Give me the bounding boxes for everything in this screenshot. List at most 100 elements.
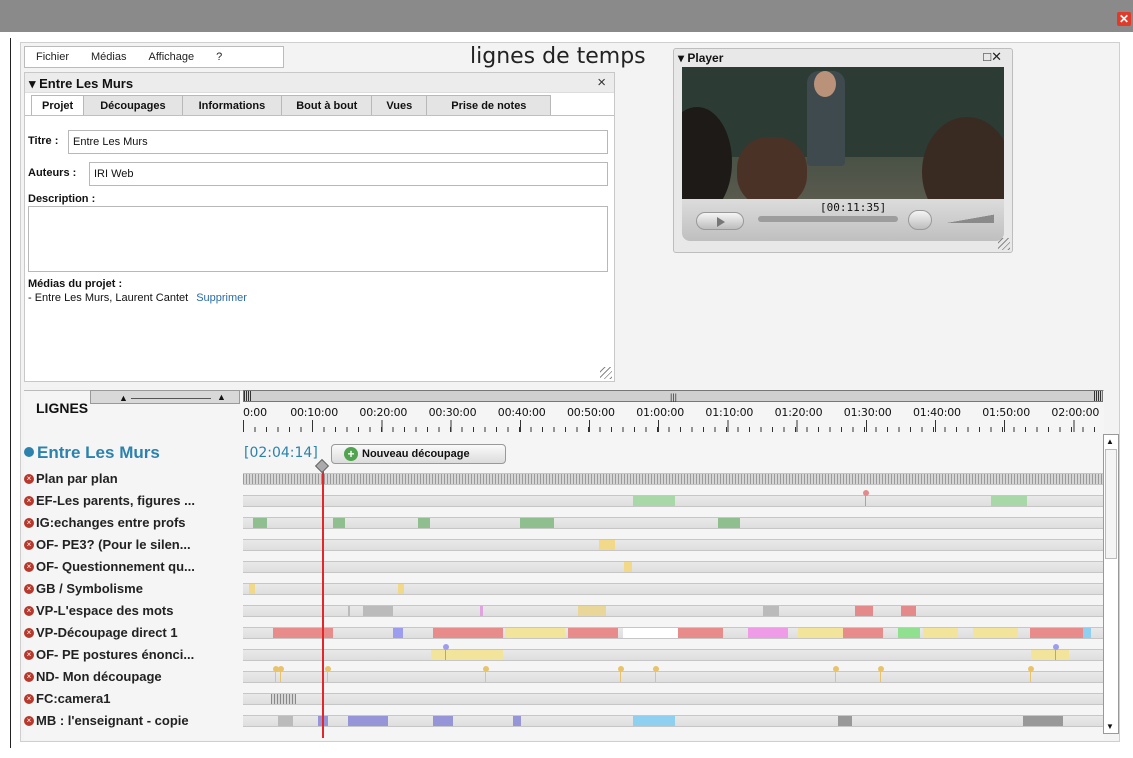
delete-row-icon[interactable]: × [24,672,34,682]
annotation-segment[interactable] [480,606,483,616]
timeline-row-label[interactable]: Plan par plan [36,471,118,486]
timeline-row[interactable]: × IG:echanges entre profs [0,512,1120,534]
annotation-marker[interactable] [1053,644,1059,650]
timeline-row[interactable]: × VP-L'espace des mots [0,600,1120,622]
annotation-segment[interactable] [633,496,675,506]
annotation-segment[interactable] [623,628,678,638]
timeline-row[interactable]: × OF- PE postures énonci... [0,644,1120,666]
annotation-segment[interactable] [599,540,615,550]
timeline-row-label[interactable]: OF- PE postures énonci... [36,647,194,662]
annotation-marker[interactable] [833,666,839,672]
play-button[interactable] [696,212,744,230]
resize-grip-icon[interactable] [600,367,612,379]
delete-row-icon[interactable]: × [24,694,34,704]
timeline-track[interactable] [243,627,1103,639]
project-panel-title[interactable]: ▾ Entre Les Murs [29,76,133,92]
description-field[interactable] [28,206,608,272]
timeline-row-label[interactable]: FC:camera1 [36,691,110,706]
annotation-segment[interactable] [271,694,296,704]
annotation-segment[interactable] [348,606,350,616]
player-window-controls-icon[interactable]: □✕ [983,49,1002,65]
annotation-segment[interactable] [520,518,554,528]
annotation-segment[interactable] [763,606,779,616]
timeline-track[interactable] [243,605,1103,617]
annotation-segment[interactable] [1031,650,1069,660]
annotation-segment[interactable] [901,606,916,616]
timeline-row[interactable]: × VP-Découpage direct 1 [0,622,1120,644]
titre-field[interactable]: Entre Les Murs [68,130,608,154]
annotation-segment[interactable] [505,628,565,638]
annotation-segment[interactable] [838,716,852,726]
annotation-segment[interactable] [578,606,606,616]
annotation-marker[interactable] [618,666,624,672]
annotation-segment[interactable] [273,628,333,638]
annotation-marker[interactable] [278,666,284,672]
timeline-track[interactable] [243,715,1103,727]
annotation-segment[interactable] [1083,628,1091,638]
tab-bout-a-bout[interactable]: Bout à bout [281,95,373,116]
scroll-left-handle[interactable] [244,391,252,401]
annotation-segment[interactable] [855,606,873,616]
timeline-row-label[interactable]: GB / Symbolisme [36,581,143,596]
timeline-horizontal-scrollbar[interactable]: ||| [243,390,1103,402]
zoom-slider[interactable]: ▲ ▲ [90,390,240,404]
close-icon[interactable]: × [597,74,606,91]
timeline-row[interactable]: × Plan par plan [0,468,1120,490]
delete-row-icon[interactable]: × [24,518,34,528]
annotation-segment[interactable] [798,628,843,638]
annotation-segment[interactable] [898,628,920,638]
annotation-segment[interactable] [433,628,503,638]
annotation-segment[interactable] [253,518,267,528]
annotation-segment[interactable] [333,518,345,528]
menu-affichage[interactable]: Affichage [137,51,205,63]
annotation-segment[interactable] [1023,716,1063,726]
annotation-marker[interactable] [863,490,869,496]
zoom-in-icon[interactable]: ▲ [217,392,226,402]
annotation-segment[interactable] [991,496,1027,506]
annotation-segment[interactable] [513,716,521,726]
player-resize-grip-icon[interactable] [998,238,1010,250]
video-frame[interactable] [682,67,1004,199]
timeline-vertical-scrollbar[interactable]: ▲ ▼ [1103,434,1119,734]
delete-row-icon[interactable]: × [24,628,34,638]
nouveau-decoupage-button[interactable]: + Nouveau découpage [331,444,506,464]
delete-row-icon[interactable]: × [24,496,34,506]
timeline-track[interactable] [243,539,1103,551]
scroll-down-icon[interactable]: ▼ [1106,722,1114,731]
annotation-marker[interactable] [443,644,449,650]
timeline-row[interactable]: × ND- Mon découpage [0,666,1120,688]
window-close-icon[interactable]: ✕ [1117,12,1131,26]
collapse-icon[interactable] [24,447,34,457]
timeline-row-label[interactable]: OF- PE3? (Pour le silen... [36,537,191,552]
timeline-track[interactable] [243,473,1103,485]
annotation-segment[interactable] [923,628,958,638]
scroll-grip-icon[interactable]: ||| [670,392,677,402]
annotation-segment[interactable] [278,716,293,726]
timeline-track[interactable] [243,490,1103,507]
timeline-row-label[interactable]: VP-L'espace des mots [36,603,173,618]
tab-projet[interactable]: Projet [31,95,85,116]
volume-slider[interactable] [944,213,994,223]
timeline-row-label[interactable]: IG:echanges entre profs [36,515,186,530]
timeline-track[interactable] [243,666,1103,683]
timeline-row-label[interactable]: VP-Découpage direct 1 [36,625,178,640]
annotation-segment[interactable] [363,606,393,616]
timeline-row[interactable]: × OF- PE3? (Pour le silen... [0,534,1120,556]
timeline-track[interactable] [243,517,1103,529]
timeline-track[interactable] [243,693,1103,705]
annotation-segment[interactable] [568,628,618,638]
annotation-segment[interactable] [843,628,883,638]
timeline-track[interactable] [243,644,1103,661]
annotation-segment[interactable] [633,716,675,726]
seek-bar[interactable] [758,216,898,222]
timeline-row[interactable]: × OF- Questionnement qu... [0,556,1120,578]
player-title[interactable]: ▾ Player [678,51,723,65]
timeline-track[interactable] [243,583,1103,595]
menu-help[interactable]: ? [205,51,233,63]
annotation-segment[interactable] [973,628,1018,638]
auteurs-field[interactable]: IRI Web [89,162,608,186]
annotation-segment[interactable] [678,628,723,638]
annotation-segment[interactable] [418,518,430,528]
annotation-marker[interactable] [653,666,659,672]
delete-row-icon[interactable]: × [24,584,34,594]
